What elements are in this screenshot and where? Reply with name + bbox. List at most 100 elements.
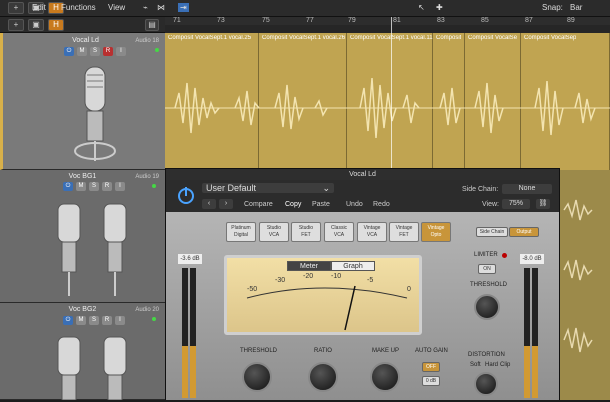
solo-button[interactable]: S bbox=[89, 182, 99, 191]
copy-button[interactable]: Copy bbox=[285, 201, 301, 208]
link-icon[interactable]: ⛓ bbox=[536, 199, 550, 209]
menu-view[interactable]: View bbox=[108, 3, 125, 12]
waveform bbox=[165, 77, 610, 139]
pointer-tool-icon[interactable]: ↖ bbox=[418, 3, 425, 12]
preset-select[interactable]: User Default ⌄ bbox=[202, 183, 334, 193]
add-track-button[interactable]: + bbox=[8, 2, 24, 14]
snap-label: Snap: bbox=[542, 3, 563, 12]
input-monitor-button[interactable]: I bbox=[115, 182, 125, 191]
solo-button[interactable]: S bbox=[89, 316, 99, 325]
power-button[interactable]: ⏻ bbox=[63, 316, 73, 325]
track-number: Audio 19 bbox=[135, 174, 159, 180]
microphone-icon bbox=[74, 66, 116, 161]
limiter-threshold-knob[interactable] bbox=[474, 294, 500, 320]
ratio-knob[interactable] bbox=[308, 362, 338, 392]
mute-button[interactable]: M bbox=[76, 316, 86, 325]
next-preset-button[interactable]: › bbox=[219, 199, 233, 209]
menu-functions[interactable]: Functions bbox=[61, 3, 96, 12]
activity-led bbox=[152, 184, 156, 188]
limiter-toggle[interactable]: ON bbox=[478, 264, 496, 274]
microphone-pair-icon bbox=[57, 336, 127, 400]
distortion-knob[interactable] bbox=[474, 372, 498, 396]
paste-button[interactable]: Paste bbox=[312, 201, 330, 208]
sidechain-select[interactable]: None bbox=[502, 184, 552, 194]
limiter-threshold-label: THRESHOLD bbox=[470, 282, 508, 288]
model-vintage-opto[interactable]: Vintage Opto bbox=[421, 222, 451, 242]
ruler-tick: 73 bbox=[217, 17, 225, 24]
threshold-knob[interactable] bbox=[242, 362, 272, 392]
redo-button[interactable]: Redo bbox=[373, 201, 390, 208]
mute-button[interactable]: M bbox=[77, 47, 87, 56]
track-lane-vocal-ld[interactable]: Composit VocalSept.1 vocal.25 Composit V… bbox=[165, 33, 610, 170]
automation-icon[interactable]: ⌁ bbox=[143, 3, 148, 12]
track-header-vocal-ld[interactable]: Vocal Ld Audio 18 ⏻ M S R I bbox=[0, 33, 165, 170]
track-number: Audio 18 bbox=[135, 38, 159, 44]
region-strip[interactable] bbox=[560, 170, 610, 400]
distortion-label: DISTORTION bbox=[468, 352, 505, 358]
flex-icon[interactable]: ⋈ bbox=[157, 3, 165, 12]
record-button[interactable]: R bbox=[103, 47, 113, 56]
input-monitor-button[interactable]: I bbox=[116, 47, 126, 56]
marker-lane[interactable] bbox=[165, 25, 610, 33]
catch-icon[interactable]: ⇥ bbox=[178, 3, 189, 12]
region-name: Composit VocalSe bbox=[468, 35, 518, 41]
compressor-plugin-window: Vocal Ld User Default ⌄ ‹ › Compare Copy… bbox=[165, 168, 560, 400]
menu-edit[interactable]: Edit bbox=[32, 3, 46, 12]
region-name: Composit VocalSep bbox=[524, 35, 577, 41]
limiter-label: LIMITER bbox=[474, 252, 498, 258]
previous-preset-button[interactable]: ‹ bbox=[202, 199, 216, 209]
sidechain-label: Side Chain: bbox=[462, 186, 499, 193]
model-vintage-vca[interactable]: Vintage VCA bbox=[357, 222, 387, 242]
ruler-tick: 87 bbox=[525, 17, 533, 24]
power-button[interactable]: ⏻ bbox=[63, 182, 73, 191]
solo-button[interactable]: S bbox=[90, 47, 100, 56]
input-level-readout: -3.6 dB bbox=[178, 254, 202, 264]
chevron-down-icon: ⌄ bbox=[322, 183, 330, 193]
input-meter bbox=[190, 268, 196, 398]
region-name: Composit VocalSept.1 vocal.26 bbox=[262, 35, 346, 41]
auto-gain-off-button[interactable]: OFF bbox=[422, 362, 440, 372]
model-vintage-fet[interactable]: Vintage FET bbox=[389, 222, 419, 242]
plugin-title[interactable]: Vocal Ld bbox=[166, 169, 559, 180]
view-label: View: bbox=[482, 201, 499, 208]
compare-button[interactable]: Compare bbox=[244, 201, 273, 208]
power-icon[interactable] bbox=[176, 185, 196, 205]
ruler-tick: 83 bbox=[437, 17, 445, 24]
menubar: + ▣ H Edit Functions View ⌁ ⋈ ⇥ ↖ ✚ Snap… bbox=[0, 0, 610, 17]
auto-gain-0db-button[interactable]: 0 dB bbox=[422, 376, 440, 386]
hide-tracks-button[interactable]: H bbox=[48, 19, 64, 31]
new-track-button[interactable]: + bbox=[8, 19, 24, 31]
model-studio-vca[interactable]: Studio VCA bbox=[259, 222, 289, 242]
snap-select[interactable]: Bar bbox=[570, 3, 582, 12]
model-studio-fet[interactable]: Studio FET bbox=[291, 222, 321, 242]
undo-button[interactable]: Undo bbox=[346, 201, 363, 208]
region-name: Composit bbox=[436, 35, 462, 41]
model-classic-vca[interactable]: Classic VCA bbox=[324, 222, 354, 242]
track-header-voc-bg1[interactable]: Voc BG1 Audio 19 ⏻ M S R I bbox=[0, 170, 165, 303]
mute-button[interactable]: M bbox=[76, 182, 86, 191]
track-header-voc-bg2[interactable]: Voc BG2 Audio 20 ⏻ M S R I bbox=[0, 303, 165, 400]
model-platinum-digital[interactable]: Platinum Digital bbox=[226, 222, 256, 242]
distortion-clip-label: Clip bbox=[500, 362, 511, 368]
waveform bbox=[563, 199, 593, 353]
meter-needle bbox=[246, 285, 408, 331]
record-button[interactable]: R bbox=[102, 182, 112, 191]
power-button[interactable]: ⏻ bbox=[64, 47, 74, 56]
global-tracks-button[interactable]: ▤ bbox=[145, 19, 159, 31]
output-meter bbox=[532, 268, 538, 398]
input-monitor-button[interactable]: I bbox=[115, 316, 125, 325]
record-button[interactable]: R bbox=[102, 316, 112, 325]
duplicate-track-button[interactable]: ▣ bbox=[28, 19, 44, 31]
ruler-tick: 71 bbox=[173, 17, 181, 24]
output-level-readout: -8.0 dB bbox=[520, 254, 544, 264]
sidechain-tab-button[interactable]: Side Chain bbox=[476, 227, 508, 237]
makeup-knob[interactable] bbox=[370, 362, 400, 392]
auto-gain-label: AUTO GAIN bbox=[415, 348, 448, 354]
ruler-tick: 75 bbox=[262, 17, 270, 24]
plugin-header: User Default ⌄ ‹ › Compare Copy Paste Un… bbox=[166, 180, 559, 212]
pencil-tool-icon[interactable]: ✚ bbox=[436, 3, 443, 12]
track-header-toolbar: + ▣ H ▤ bbox=[0, 17, 165, 33]
output-tab-button[interactable]: Output bbox=[509, 227, 539, 237]
output-meter bbox=[524, 268, 530, 398]
view-zoom-select[interactable]: 75% bbox=[502, 199, 530, 209]
